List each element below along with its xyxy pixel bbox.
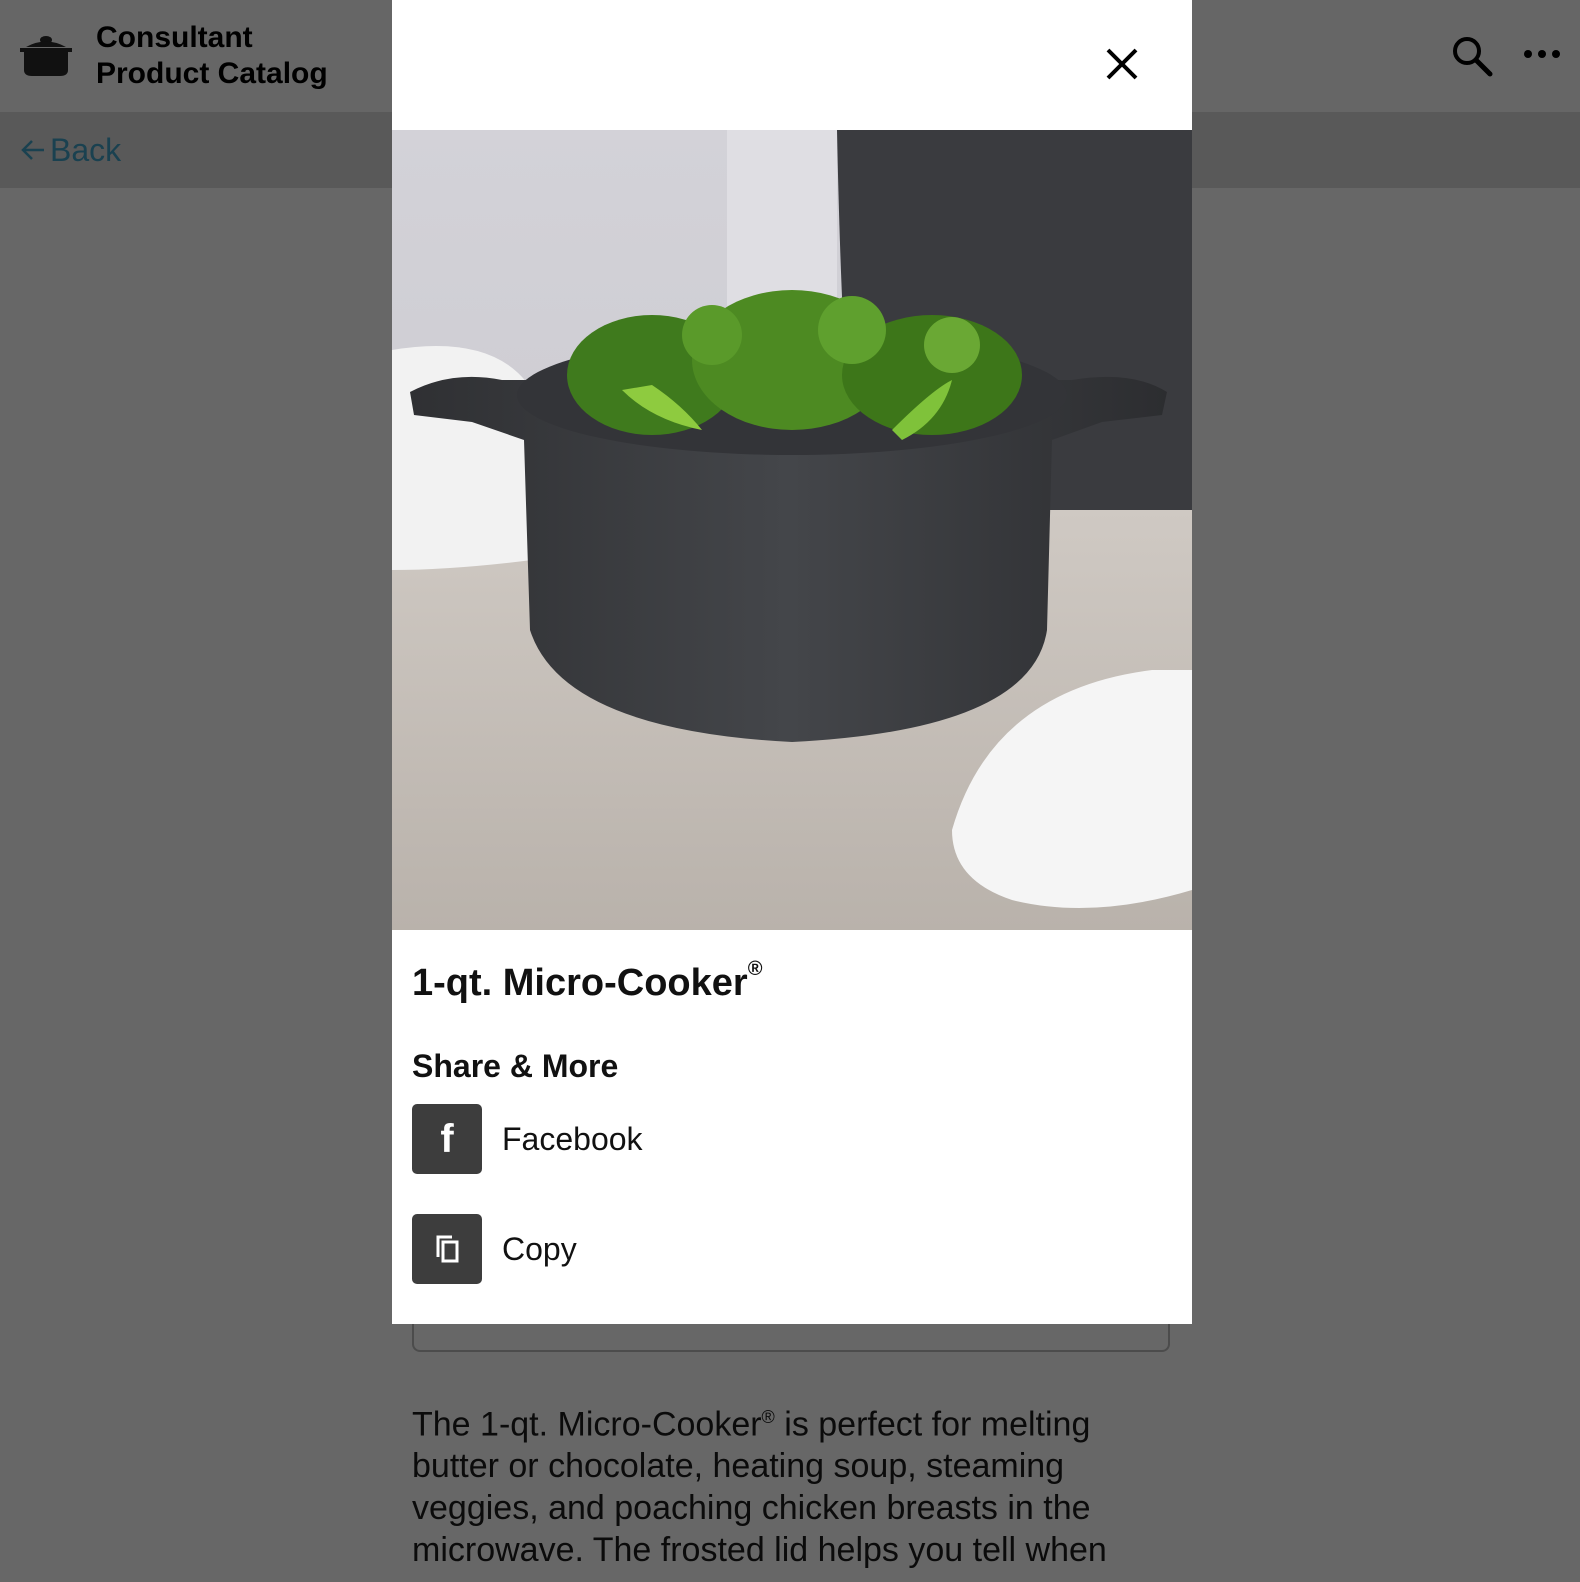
product-description: The 1-qt. Micro-Cooker® is perfect for m… xyxy=(412,1396,1172,1571)
close-icon[interactable] xyxy=(1102,44,1142,84)
product-title: 1-qt. Micro-Cooker® xyxy=(412,958,762,1005)
share-facebook-button[interactable]: f Facebook xyxy=(412,1104,643,1174)
share-modal: 1-qt. Micro-Cooker® Share & More f Faceb… xyxy=(392,0,1192,1324)
arrow-left-icon xyxy=(21,140,44,160)
share-copy-button[interactable]: Copy xyxy=(412,1214,577,1284)
app-title-line1: Consultant xyxy=(96,21,253,54)
share-copy-label: Copy xyxy=(502,1230,577,1267)
description-part1: The 1-qt. Micro-Cooker xyxy=(412,1405,762,1444)
back-button[interactable]: Back xyxy=(20,132,121,168)
copy-icon xyxy=(412,1214,482,1284)
more-horizontal-icon[interactable] xyxy=(1520,36,1564,72)
cooking-pot-icon xyxy=(20,36,72,76)
app-title: Consultant Product Catalog xyxy=(96,20,328,92)
search-icon[interactable] xyxy=(1450,34,1494,78)
share-heading: Share & More xyxy=(412,1048,619,1084)
share-facebook-label: Facebook xyxy=(502,1120,643,1157)
modal-topbar xyxy=(392,0,1192,130)
description-registered-mark: ® xyxy=(761,1407,775,1427)
facebook-icon: f xyxy=(412,1104,482,1174)
product-image xyxy=(392,130,1192,930)
app-title-line2: Product Catalog xyxy=(96,57,328,90)
product-registered-mark: ® xyxy=(747,958,763,980)
product-name: 1-qt. Micro-Cooker xyxy=(412,962,748,1004)
back-label: Back xyxy=(50,131,122,168)
